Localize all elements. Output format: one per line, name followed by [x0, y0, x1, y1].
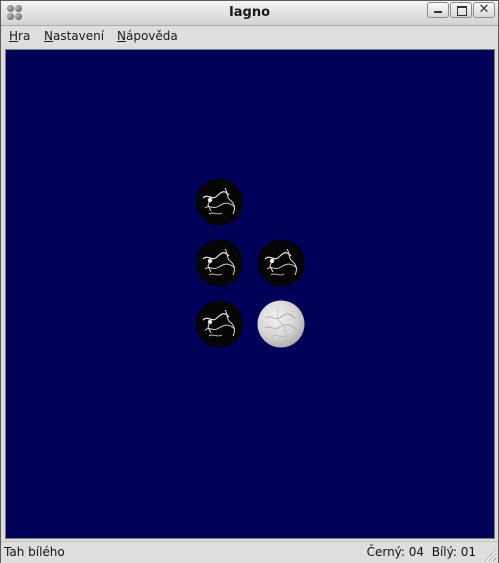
minimize-button[interactable]	[427, 2, 449, 18]
menu-settings-label: astavení	[52, 29, 105, 43]
white-score-value: 01	[460, 545, 476, 559]
menu-help[interactable]: Nápověda	[117, 29, 178, 43]
menu-settings-accel: N	[44, 29, 53, 43]
board-piece-black[interactable]	[195, 178, 243, 226]
board-frame	[5, 49, 495, 539]
title-bar[interactable]: Iagno ✕	[1, 1, 498, 26]
app-window: Iagno ✕ Hra Nastavení Nápověda Tah bíléh…	[0, 0, 499, 563]
white-score-label: Bílý:	[431, 545, 457, 559]
status-bar: Tah bílého Černý: 04 Bílý: 01	[1, 541, 498, 563]
board-piece-black[interactable]	[195, 300, 243, 348]
menu-game-accel: H	[9, 29, 19, 43]
menu-game-label: ra	[18, 29, 31, 43]
close-icon: ✕	[478, 2, 490, 17]
menu-settings[interactable]: Nastavení	[44, 29, 104, 43]
game-board[interactable]	[7, 51, 493, 537]
window-controls: ✕	[426, 2, 495, 22]
menu-help-accel: N	[117, 29, 126, 43]
resize-grip-icon[interactable]	[481, 546, 497, 562]
window-title: Iagno	[228, 5, 271, 20]
board-piece-black[interactable]	[257, 239, 305, 287]
black-score-value: 04	[408, 545, 425, 559]
maximize-icon	[457, 6, 467, 16]
menu-help-label: ápověda	[125, 29, 178, 43]
turn-status: Tah bílého	[4, 545, 65, 559]
menu-game[interactable]: Hra	[9, 29, 30, 43]
board-piece-black[interactable]	[195, 239, 243, 287]
black-score-label: Černý:	[366, 545, 405, 559]
close-button[interactable]: ✕	[473, 2, 495, 18]
maximize-button[interactable]	[450, 2, 472, 18]
minimize-icon	[434, 11, 442, 13]
score-display: Černý: 04 Bílý: 01	[367, 545, 476, 559]
menu-bar: Hra Nastavení Nápověda	[1, 26, 498, 46]
board-piece-white[interactable]	[257, 300, 305, 348]
